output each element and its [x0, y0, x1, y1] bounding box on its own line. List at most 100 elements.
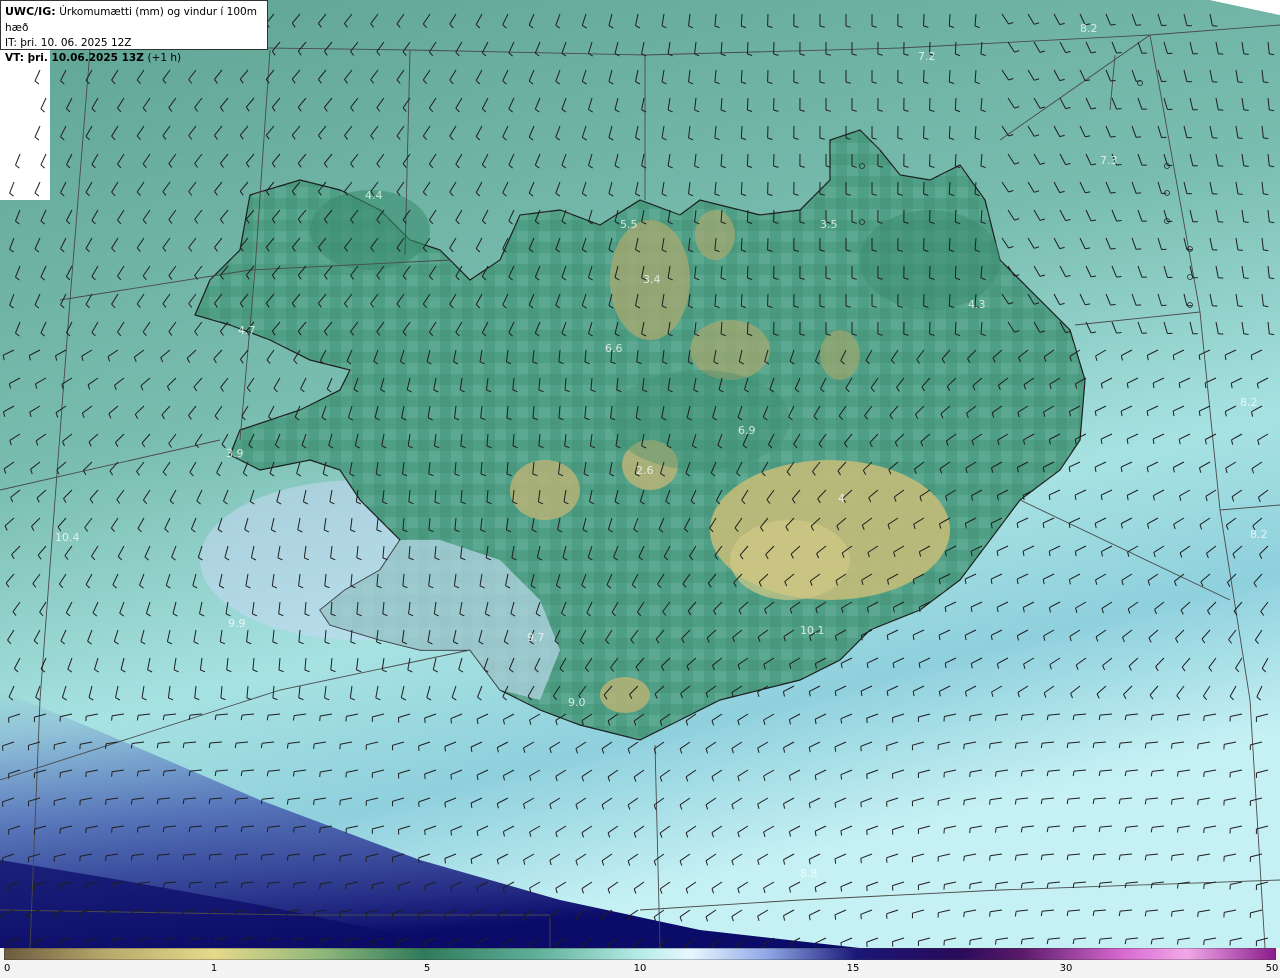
wind-barb	[740, 181, 743, 195]
wind-barb-feather	[1014, 743, 1017, 749]
map-value-label: 6.9	[738, 424, 756, 437]
wind-barb-feather	[1116, 220, 1122, 222]
wind-barb	[954, 97, 957, 111]
wind-barb-feather	[1014, 855, 1017, 861]
wet-highland-west	[310, 190, 430, 270]
wind-barb-feather	[1203, 884, 1205, 890]
map-value-label: 6.6	[605, 342, 623, 355]
wind-barb	[746, 41, 749, 55]
wet-highland-east	[860, 210, 1000, 310]
wind-barb-feather	[995, 827, 997, 833]
wind-barb-feather	[1020, 883, 1023, 889]
wind-barb	[954, 209, 957, 223]
wind-barb-feather	[286, 799, 289, 805]
map-value-label: 9.7	[527, 631, 545, 644]
wind-barb	[948, 181, 951, 195]
wind-barb-feather	[136, 715, 139, 721]
wind-barb-feather	[319, 771, 321, 778]
map-value-label: 3.5	[820, 218, 838, 231]
wind-barb	[746, 209, 749, 223]
dry-area-vatnajokull-2	[730, 520, 850, 600]
wind-barb-feather	[1243, 221, 1249, 223]
map-value-label: 7.2	[918, 50, 936, 63]
colorbar-tick: 5	[423, 963, 431, 974]
wind-barb	[948, 125, 951, 139]
wind-barb	[740, 13, 743, 27]
wind-barb-feather	[450, 718, 452, 724]
wind-barb-feather	[834, 746, 837, 752]
wind-barb	[954, 265, 957, 279]
wind-barb-feather	[136, 771, 139, 777]
wind-barb-feather	[136, 883, 139, 889]
wind-barb-feather	[995, 715, 997, 721]
wind-barb-feather	[1110, 79, 1116, 82]
wind-barb-feather	[319, 939, 321, 946]
wind-barb-feather	[1116, 52, 1122, 54]
wind-barb-feather	[1014, 799, 1017, 805]
wind-barb-feather	[111, 939, 113, 945]
wind-barb-feather	[111, 771, 113, 777]
wind-barb-feather	[1243, 109, 1249, 111]
wind-barb-feather	[1110, 23, 1116, 26]
wind-barb	[954, 321, 957, 335]
wind-barb-feather	[111, 715, 113, 721]
wind-barb-feather	[1116, 332, 1122, 334]
wind-barb-feather	[1203, 940, 1205, 946]
wind-barb-feather	[105, 855, 107, 861]
precipitation-colorbar: 0 1 5 10 15 30 50	[0, 948, 1280, 978]
colorbar-tick: 1	[210, 963, 218, 974]
wind-barb-feather	[1197, 799, 1199, 805]
wind-barb-feather	[860, 858, 862, 864]
wind-barb-feather	[1263, 137, 1269, 140]
wind-barb-feather	[834, 858, 837, 864]
wind-barb-feather	[969, 716, 971, 722]
wind-barb-feather	[1177, 939, 1179, 945]
wind-barb-feather	[1237, 305, 1243, 307]
colorbar-strip	[4, 948, 1276, 960]
wind-barb-feather	[313, 911, 315, 917]
wind-barb-feather	[840, 774, 843, 780]
wind-barb-feather	[1237, 81, 1243, 83]
wind-barb-feather	[840, 886, 843, 892]
map-value-label: 7.3	[1100, 154, 1118, 167]
wind-barb-feather	[293, 827, 295, 833]
wind-barb-feather	[834, 802, 837, 808]
wind-barb-feather	[1171, 911, 1173, 917]
wind-barb-feather	[866, 718, 868, 724]
map-title-box: UWC/IG: Úrkomumætti (mm) og vindur í 100…	[0, 0, 268, 64]
wind-barb-feather	[1116, 108, 1122, 110]
map-value-label: 4.4	[365, 189, 383, 202]
wind-barb-feather	[313, 799, 315, 805]
wind-barb	[740, 293, 743, 307]
wind-barb-feather	[286, 855, 289, 861]
wind-barb-feather	[1203, 772, 1205, 778]
wind-barb	[954, 153, 957, 167]
valid-offset: (+1 h)	[147, 52, 182, 64]
wind-barb	[746, 265, 749, 279]
wind-barb-feather	[1110, 247, 1116, 250]
wind-barb-feather	[319, 715, 321, 722]
map-value-label: 9.9	[228, 617, 246, 630]
wind-barb-feather	[105, 799, 107, 805]
wind-barb-feather	[989, 799, 991, 805]
wind-barb-feather	[1263, 305, 1269, 308]
wind-barb-feather	[444, 802, 446, 808]
wind-barb-feather	[840, 830, 843, 836]
wind-barb-feather	[1197, 743, 1199, 749]
wind-barb-feather	[319, 827, 321, 834]
wind-barb-feather	[444, 858, 446, 864]
colorbar-tick: 10	[633, 963, 647, 974]
wind-barb-feather	[1177, 827, 1179, 833]
wind-barb	[740, 125, 743, 139]
map-value-label: 9.0	[568, 696, 586, 709]
wind-barb	[740, 237, 743, 251]
wind-barb-feather	[444, 914, 446, 920]
wind-barb-feather	[286, 911, 289, 917]
wind-barb	[746, 153, 749, 167]
dry-area-north-3	[695, 210, 735, 260]
colorbar-tick: 30	[1059, 963, 1073, 974]
wind-barb-feather	[1243, 333, 1249, 335]
wind-barb-feather	[866, 830, 868, 836]
wind-barb-feather	[1203, 716, 1205, 722]
wind-barb-feather	[293, 883, 295, 889]
